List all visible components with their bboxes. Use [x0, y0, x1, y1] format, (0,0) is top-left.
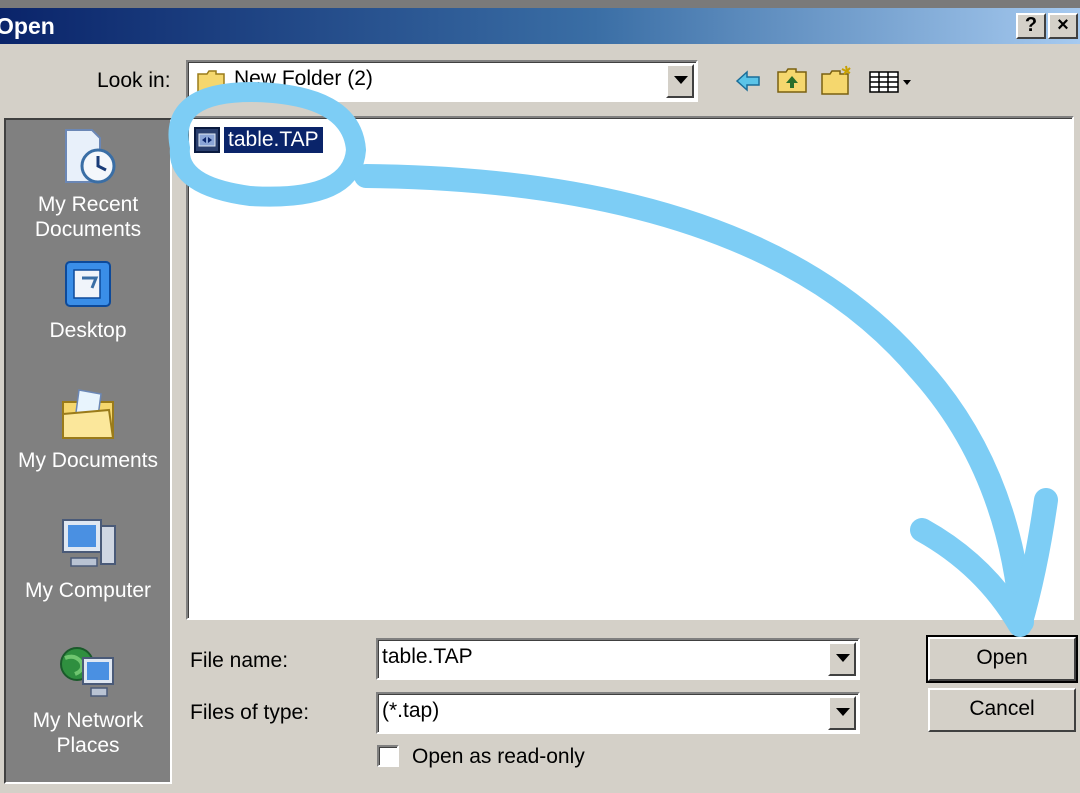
- chevron-down-icon[interactable]: [828, 696, 856, 730]
- file-type-value: (*.tap): [382, 699, 440, 722]
- cancel-button[interactable]: Cancel: [928, 688, 1076, 732]
- my-computer-icon: [62, 519, 116, 567]
- place-recent-documents[interactable]: My Recent Documents: [6, 126, 170, 242]
- readonly-checkbox[interactable]: [377, 745, 399, 767]
- folder-icon: [197, 70, 225, 93]
- look-in-value: New Folder (2): [234, 67, 373, 90]
- my-documents-icon: [62, 389, 115, 439]
- places-bar: My Recent Documents Desktop My Documents…: [4, 118, 172, 784]
- desktop-icon: [65, 261, 111, 307]
- file-name-label: File name:: [190, 649, 289, 672]
- place-label: My Computer: [24, 579, 152, 602]
- place-network[interactable]: My Network Places: [6, 640, 170, 758]
- open-button[interactable]: Open: [926, 635, 1078, 683]
- tap-file-icon: [194, 127, 220, 153]
- background-window-strip: [0, 0, 1080, 8]
- chevron-down-icon[interactable]: [828, 642, 856, 676]
- help-button[interactable]: ?: [1016, 13, 1046, 39]
- place-my-computer[interactable]: My Computer: [6, 514, 170, 603]
- file-type-dropdown[interactable]: (*.tap): [376, 692, 860, 734]
- look-in-label: Look in:: [97, 69, 171, 92]
- look-in-dropdown[interactable]: New Folder (2): [186, 60, 698, 102]
- recent-documents-icon: [65, 129, 116, 184]
- readonly-label: Open as read-only: [412, 745, 585, 768]
- file-item[interactable]: table.TAP: [192, 124, 323, 156]
- file-name-field[interactable]: table.TAP: [376, 638, 860, 680]
- close-button[interactable]: ×: [1048, 13, 1078, 39]
- up-folder-icon[interactable]: [774, 64, 810, 98]
- place-label: My Documents: [17, 449, 159, 472]
- back-arrow-icon[interactable]: [731, 64, 767, 98]
- place-label: Desktop: [49, 319, 127, 342]
- file-name-value: table.TAP: [382, 645, 473, 668]
- new-folder-icon[interactable]: [818, 64, 854, 98]
- place-my-documents[interactable]: My Documents: [6, 384, 170, 473]
- chevron-down-icon[interactable]: [666, 64, 694, 98]
- file-type-label: Files of type:: [190, 701, 310, 724]
- place-desktop[interactable]: Desktop: [6, 256, 170, 343]
- file-list[interactable]: table.TAP: [186, 116, 1074, 620]
- view-menu-icon[interactable]: [866, 64, 916, 98]
- file-name: table.TAP: [224, 127, 323, 153]
- place-label: My Network Places: [32, 709, 144, 757]
- title-bar: Open ? ×: [0, 8, 1080, 44]
- network-places-icon: [60, 647, 114, 697]
- dialog-title: Open: [0, 13, 55, 39]
- place-label: My Recent Documents: [34, 193, 142, 241]
